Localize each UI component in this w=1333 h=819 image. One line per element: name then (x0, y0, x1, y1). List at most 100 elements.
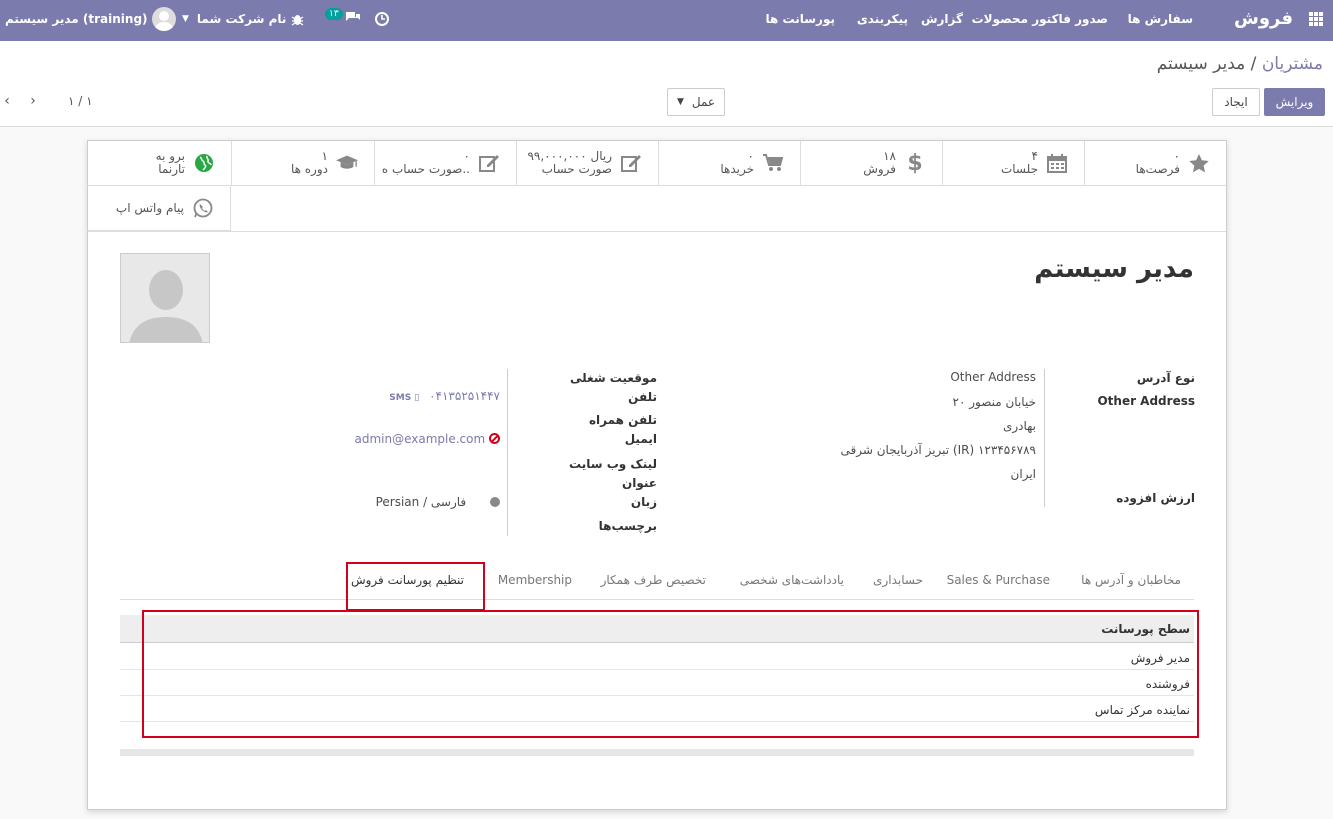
address-city-state-zip[interactable]: تبریز آذربایجان شرقی (IR) ۱۲۳۴۵۶۷۸۹ (841, 443, 1037, 457)
menu-products[interactable]: محصولات (972, 0, 1028, 37)
smart-button-opportunities[interactable]: ۰ فرصت‌ها (1084, 141, 1226, 186)
label-tags: برچسب‌ها (598, 519, 657, 533)
tab-contacts-addresses[interactable]: مخاطبان و آدرس ها (1081, 573, 1181, 587)
menu-configuration[interactable]: پیکربندی (857, 0, 908, 37)
app-brand[interactable]: فروش (1234, 0, 1293, 37)
control-panel: مشتریان / مدیر سیستم ویرایش ایجاد ▼ عمل … (0, 41, 1333, 127)
dollar-icon: $ (907, 150, 923, 176)
breadcrumb-current: مدیر سیستم (1156, 54, 1246, 74)
activity-clock-icon[interactable] (375, 0, 389, 37)
address-country[interactable]: ایران (1011, 467, 1036, 481)
label-email: ایمیل (624, 432, 657, 446)
smart-button-courses[interactable]: ۱ دوره ها (231, 141, 374, 186)
edit-icon (478, 152, 500, 174)
breadcrumb-separator: / (1245, 54, 1262, 74)
smart-button-whatsapp[interactable]: پیام واتس اپ (87, 186, 231, 231)
smart-button-purchases[interactable]: ۰ خریدها (658, 141, 800, 186)
smart-button-meetings[interactable]: ۴ جلسات (942, 141, 1084, 186)
action-dropdown[interactable]: ▼ عمل (667, 88, 725, 116)
table-footer (120, 749, 1194, 756)
address-street[interactable]: ۲۰ خیابان منصور (953, 395, 1037, 409)
language-field[interactable]: Persian / فارسی (376, 495, 500, 509)
button-box-divider (88, 231, 1226, 232)
smart-button-label: فروش (863, 162, 896, 176)
top-navbar: فروش سفارش ها صدور فاکتور محصولات گزارش … (0, 0, 1333, 41)
calendar-icon (1046, 152, 1068, 174)
smart-button-label: تارنما (158, 162, 185, 176)
cart-icon (762, 152, 784, 174)
create-button[interactable]: ایجاد (1212, 88, 1260, 116)
tab-sales-purchase[interactable]: Sales & Purchase (947, 573, 1050, 587)
messaging-menu[interactable]: ۱۳ (325, 0, 361, 37)
pager: ‹ › ۱ / ۱ (0, 90, 93, 112)
smart-button-label: دوره ها (290, 162, 328, 176)
partner-avatar-image[interactable] (120, 253, 210, 343)
label-address-type: نوع آدرس (1136, 371, 1195, 385)
mobile-value: ۰۴۱۳۵۲۵۱۴۴۷ (429, 389, 500, 403)
tab-accounting[interactable]: حسابداری (873, 573, 923, 587)
smart-button-label: صورت حساب (541, 162, 612, 176)
whatsapp-icon (192, 197, 214, 219)
globe-icon (193, 152, 215, 174)
user-name: مدیر سیستم (training) (5, 11, 148, 26)
edit-icon (620, 152, 642, 174)
highlight-box-tab (346, 562, 485, 611)
chevron-left-icon[interactable]: ‹ (0, 93, 14, 109)
menu-invoicing[interactable]: صدور فاکتور (1032, 0, 1108, 37)
label-phone: تلفن (628, 390, 657, 404)
smart-button-website[interactable]: برو به تارنما (87, 141, 231, 186)
tab-partner-assignment[interactable]: تخصیص طرف همکار (601, 573, 706, 587)
address-type-value[interactable]: Other Address (1097, 394, 1195, 408)
messages-badge: ۱۳ (325, 7, 343, 20)
form-sheet: ۰ فرصت‌ها ۴ جلسات ۱۸ فروش $ ۰ خریدها ۹۹,۰۰۰,… (87, 140, 1227, 810)
tab-membership[interactable]: Membership (498, 573, 572, 587)
label-website: لینک وب سایت (569, 457, 657, 471)
smart-button-label: خریدها (720, 162, 754, 176)
column-separator (1044, 369, 1045, 507)
caret-down-icon: ▼ (676, 97, 684, 107)
smart-button-label: پیام واتس اپ (115, 200, 184, 215)
user-avatar (151, 6, 176, 31)
smart-button-vendor-bills[interactable]: ۰ صورت حساب ه.. (374, 141, 516, 186)
email-field[interactable]: admin@example.com (354, 432, 500, 446)
label-language: زبان (630, 495, 657, 509)
label-title: عنوان (622, 476, 657, 490)
comments-icon (345, 11, 361, 27)
smart-button-label: فرصت‌ها (1135, 162, 1180, 176)
address-line-1[interactable]: Other Address (950, 370, 1036, 384)
column-separator (507, 369, 508, 536)
smart-button-invoiced[interactable]: ۹۹,۰۰۰,۰۰۰ ریال صورت حساب (516, 141, 658, 186)
highlight-box-table (142, 610, 1199, 738)
company-switcher[interactable]: ▼ نام شرکت شما (182, 0, 286, 37)
smart-button-label: جلسات (1000, 162, 1038, 176)
notebook-tabs: مخاطبان و آدرس ها Sales & Purchase حسابد… (120, 565, 1194, 600)
chevron-right-icon[interactable]: › (26, 93, 40, 109)
edit-button[interactable]: ویرایش (1264, 88, 1325, 116)
smart-button-sales[interactable]: ۱۸ فروش $ (800, 141, 942, 186)
email-value[interactable]: admin@example.com (354, 432, 485, 446)
caret-down-icon: ▼ (182, 13, 189, 24)
tab-internal-notes[interactable]: یادداشت‌های شخصی (740, 573, 844, 587)
label-mobile: تلفن همراه (588, 413, 657, 427)
sms-button[interactable]: SMS ▯ (389, 393, 419, 403)
menu-commissions[interactable]: پورسانت ها (766, 0, 835, 37)
action-label: عمل (691, 95, 716, 109)
breadcrumb: مشتریان / مدیر سیستم (1157, 54, 1323, 74)
blacklist-ban-icon (489, 433, 500, 444)
label-job-position: موقعیت شغلی (570, 371, 657, 385)
apps-menu-icon[interactable] (1309, 0, 1323, 37)
company-name: نام شرکت شما (196, 11, 287, 26)
address-street2[interactable]: بهادری (1003, 419, 1036, 433)
menu-sale-orders[interactable]: سفارش ها (1128, 0, 1193, 37)
debug-bug-icon[interactable] (291, 0, 304, 37)
label-vat: ارزش افزوده (1116, 491, 1195, 505)
user-menu[interactable]: مدیر سیستم (training) (5, 0, 176, 37)
pager-value[interactable]: ۱ / ۱ (68, 94, 93, 108)
mobile-field[interactable]: SMS ▯ ۰۴۱۳۵۲۵۱۴۴۷ (389, 389, 500, 403)
star-icon (1188, 152, 1210, 174)
globe-icon (490, 497, 500, 507)
partner-name[interactable]: مدیر سیستم (1034, 254, 1194, 284)
breadcrumb-parent[interactable]: مشتریان (1262, 54, 1323, 74)
menu-reporting[interactable]: گزارش (921, 0, 963, 37)
graduation-cap-icon (336, 152, 358, 174)
